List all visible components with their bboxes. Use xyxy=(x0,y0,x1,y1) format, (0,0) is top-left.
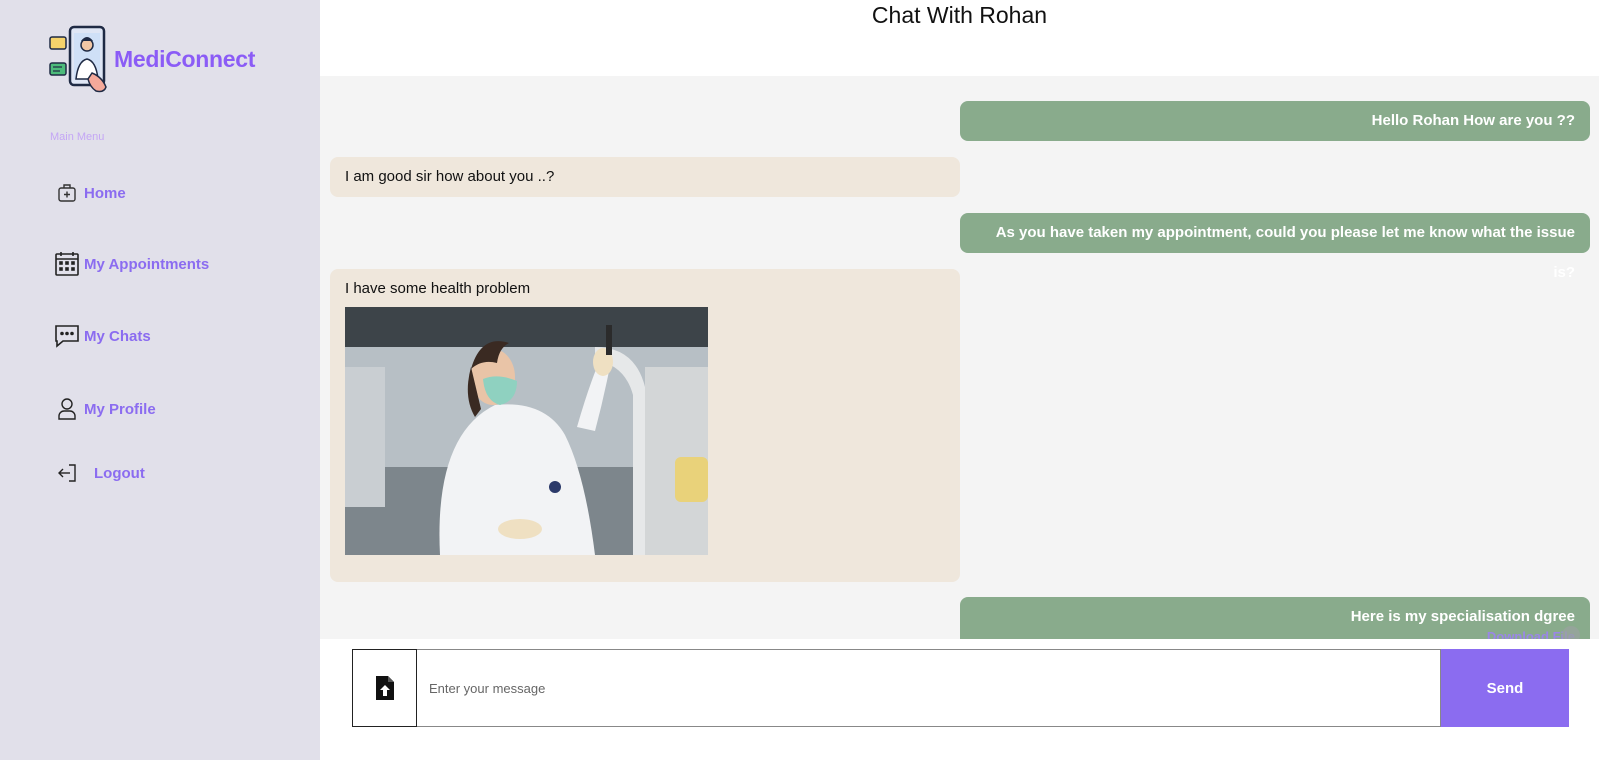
doctor-phone-logo-icon xyxy=(49,25,107,93)
chat-header: Chat With Rohan xyxy=(320,0,1599,76)
download-icon[interactable] xyxy=(1562,626,1580,639)
logout-icon xyxy=(54,460,80,486)
message-text: I have some health problem xyxy=(345,280,531,297)
brand-logo[interactable]: MediConnect xyxy=(48,25,255,93)
calendar-icon xyxy=(54,251,80,277)
message-composer: Send xyxy=(352,649,1569,727)
sidebar-item-label: Home xyxy=(84,184,126,202)
message-outgoing: As you have taken my appointment, could … xyxy=(960,213,1590,281)
chat-panel: Chat With Rohan Hello Rohan How are you … xyxy=(320,0,1599,760)
sidebar-item-chats[interactable]: My Chats xyxy=(54,323,151,349)
message-text: As you have taken my appointment, could … xyxy=(995,224,1575,281)
sidebar-item-appointments[interactable]: My Appointments xyxy=(54,251,209,277)
message-text: Hello Rohan How are you ?? xyxy=(1371,112,1575,129)
brand-name: MediConnect xyxy=(114,45,256,72)
sidebar-item-label: My Appointments xyxy=(84,255,210,273)
message-text: I am good sir how about you ..? xyxy=(345,168,555,185)
page-title: Chat With Rohan xyxy=(871,2,1048,28)
file-upload-icon xyxy=(375,676,394,700)
sidebar-item-label: My Profile xyxy=(84,400,156,418)
medical-bag-icon xyxy=(54,180,80,206)
chat-bubble-icon xyxy=(54,323,80,349)
sidebar-item-home[interactable]: Home xyxy=(54,180,126,206)
message-outgoing: Hello Rohan How are you ?? xyxy=(960,101,1590,141)
message-outgoing: Here is my specialisation dgree Download… xyxy=(960,597,1590,639)
message-list[interactable]: Hello Rohan How are you ?? I am good sir… xyxy=(320,76,1599,639)
main-menu-heading: Main Menu xyxy=(50,131,105,143)
sidebar: MediConnect Main Menu Home My Appointmen… xyxy=(0,0,320,760)
message-incoming: I have some health problem xyxy=(330,269,960,582)
sidebar-item-label: Logout xyxy=(94,464,145,482)
file-upload-button[interactable] xyxy=(352,649,417,727)
message-photo-attachment[interactable] xyxy=(345,307,708,555)
sidebar-item-profile[interactable]: My Profile xyxy=(54,396,156,422)
user-icon xyxy=(54,396,80,422)
sidebar-item-logout[interactable]: Logout xyxy=(54,460,145,486)
message-text: Here is my specialisation dgree xyxy=(1350,608,1575,625)
sidebar-item-label: My Chats xyxy=(84,327,151,345)
send-button[interactable]: Send xyxy=(1441,649,1569,727)
message-input[interactable] xyxy=(417,649,1441,727)
message-incoming: I am good sir how about you ..? xyxy=(330,157,960,197)
